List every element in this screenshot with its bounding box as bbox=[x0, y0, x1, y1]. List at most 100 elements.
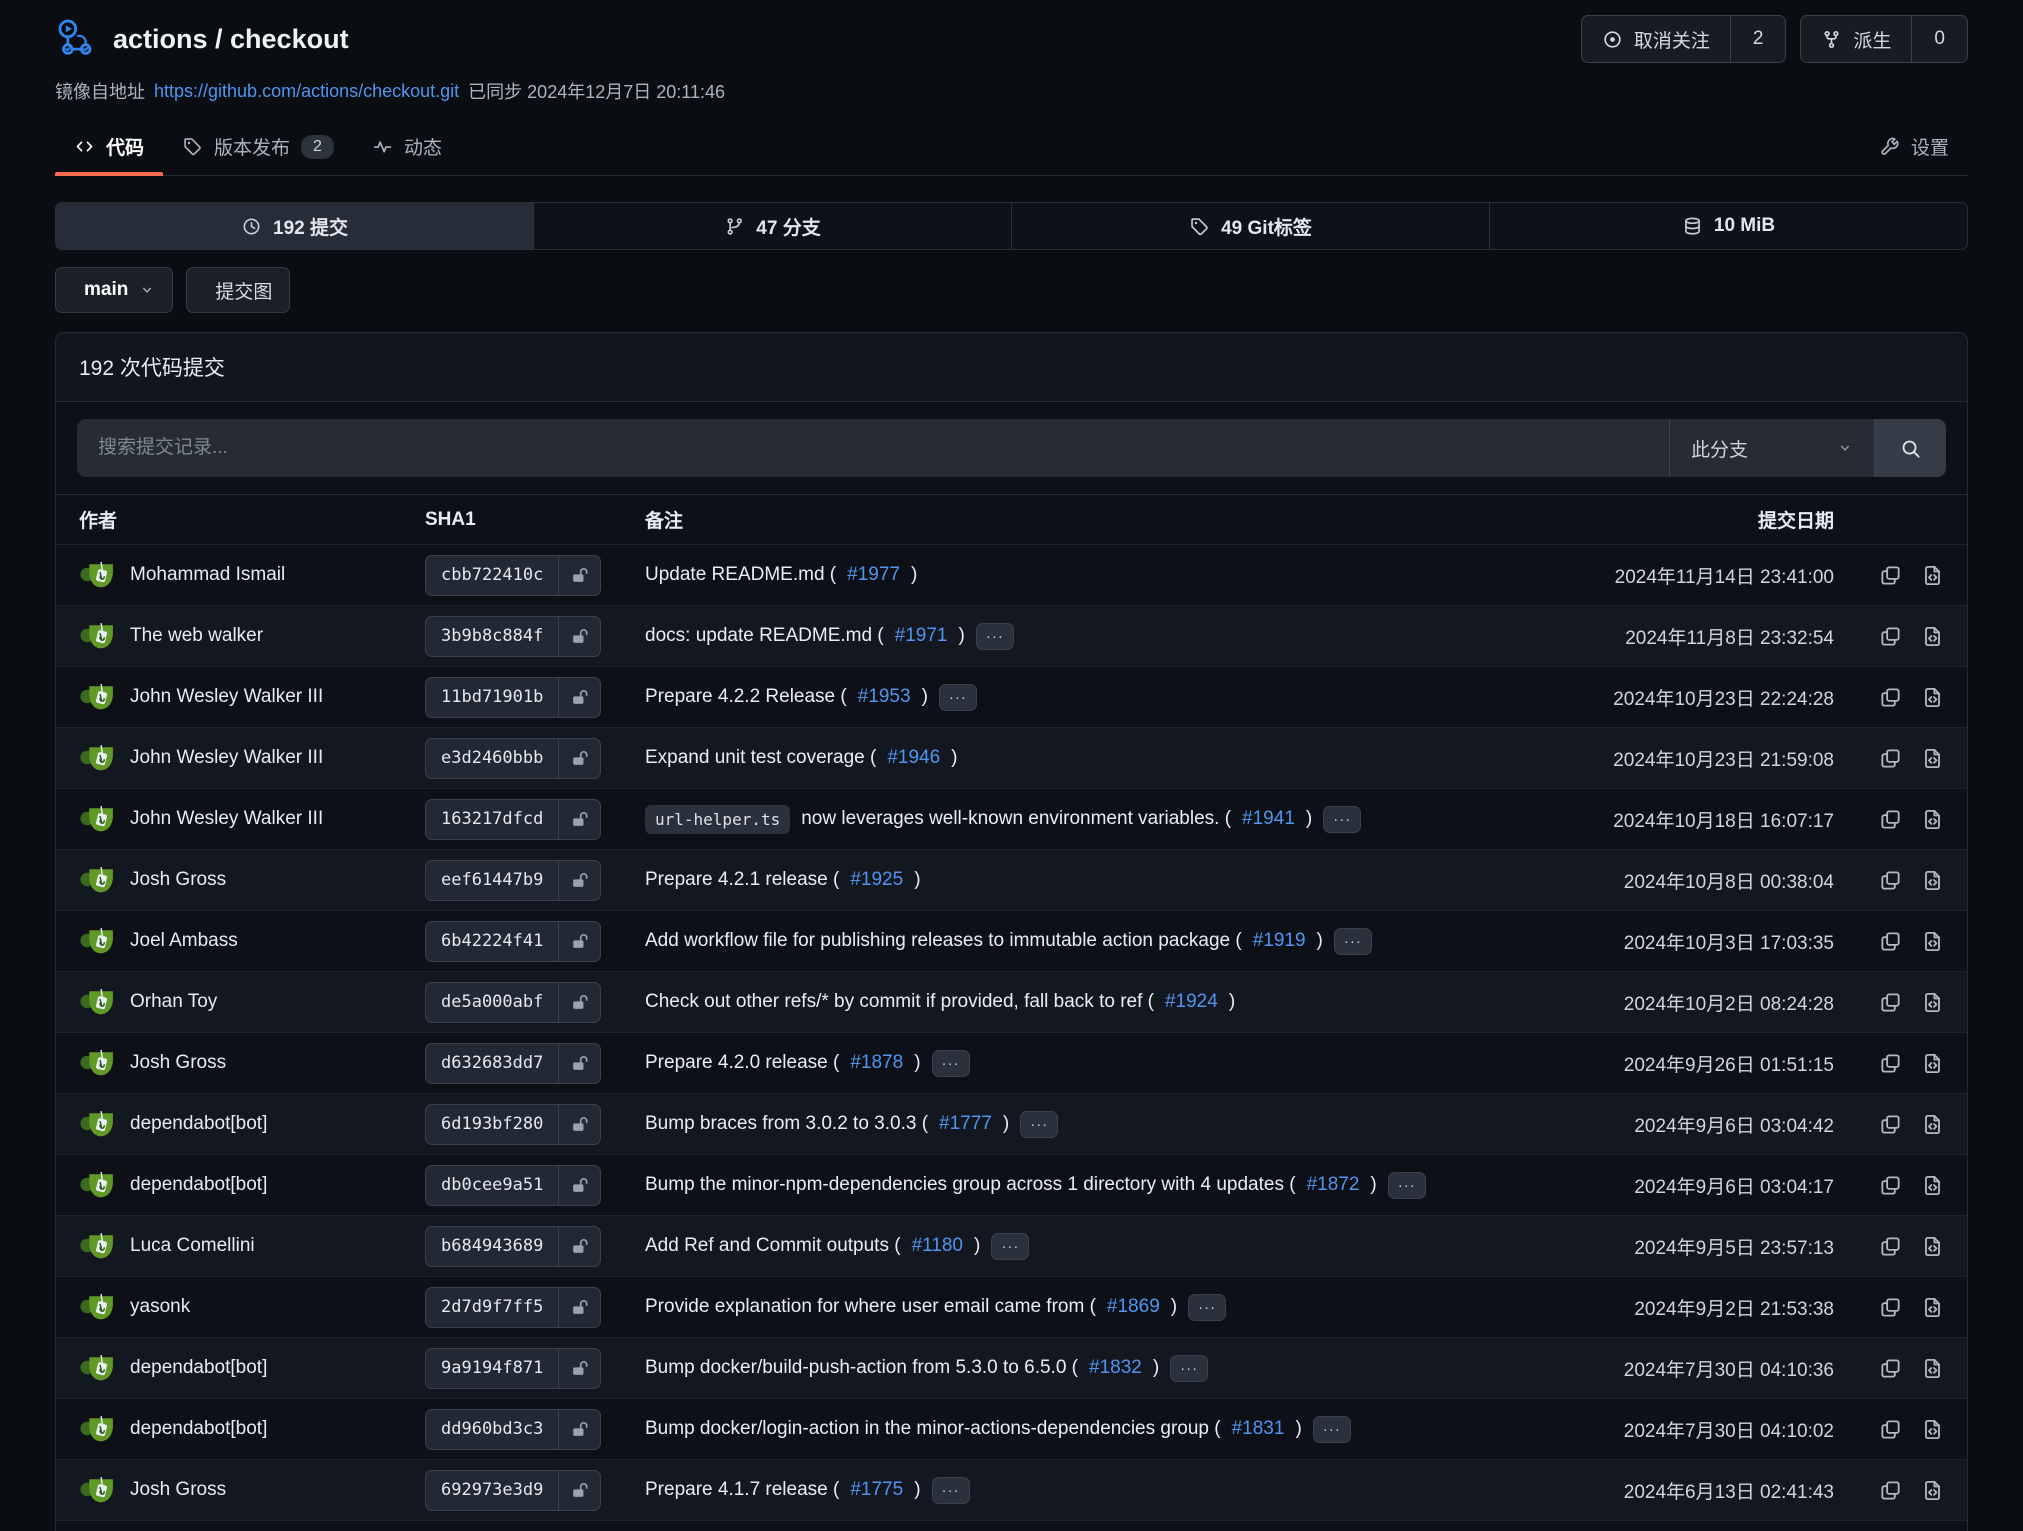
watch-count[interactable]: 2 bbox=[1730, 16, 1786, 62]
browse-source-button[interactable] bbox=[1921, 1357, 1944, 1380]
browse-source-button[interactable] bbox=[1921, 1235, 1944, 1258]
browse-source-button[interactable] bbox=[1921, 564, 1944, 587]
stats-segment[interactable]: 49 Git标签 bbox=[1011, 203, 1489, 249]
sha-badge[interactable]: b684943689 bbox=[425, 1226, 601, 1267]
expand-commit-message-button[interactable]: ··· bbox=[1170, 1355, 1208, 1382]
sha-value: 9a9194f871 bbox=[426, 1349, 558, 1388]
expand-commit-message-button[interactable]: ··· bbox=[1323, 806, 1361, 833]
expand-commit-message-button[interactable]: ··· bbox=[932, 1050, 970, 1077]
expand-commit-message-button[interactable]: ··· bbox=[1188, 1294, 1226, 1321]
stats-segment[interactable]: 192 提交 bbox=[56, 203, 533, 249]
sha-badge[interactable]: 3b9b8c884f bbox=[425, 616, 601, 657]
browse-source-button[interactable] bbox=[1921, 686, 1944, 709]
copy-sha-button[interactable] bbox=[1879, 1113, 1902, 1136]
fork-button[interactable]: 派生 0 bbox=[1800, 15, 1968, 63]
copy-sha-button[interactable] bbox=[1879, 991, 1902, 1014]
expand-commit-message-button[interactable]: ··· bbox=[991, 1233, 1029, 1260]
pr-link[interactable]: #1919 bbox=[1253, 930, 1306, 952]
copy-sha-button[interactable] bbox=[1879, 930, 1902, 953]
sha-badge[interactable]: db0cee9a51 bbox=[425, 1165, 601, 1206]
branch-selector[interactable]: main bbox=[55, 267, 173, 313]
commit-author-cell: Josh Gross bbox=[79, 862, 425, 899]
expand-commit-message-button[interactable]: ··· bbox=[1020, 1111, 1058, 1138]
browse-source-button[interactable] bbox=[1921, 1296, 1944, 1319]
copy-sha-button[interactable] bbox=[1879, 869, 1902, 892]
pulse-icon bbox=[372, 136, 393, 157]
copy-sha-button[interactable] bbox=[1879, 1174, 1902, 1197]
browse-source-button[interactable] bbox=[1921, 930, 1944, 953]
sha-badge[interactable]: 9a9194f871 bbox=[425, 1348, 601, 1389]
copy-sha-button[interactable] bbox=[1879, 1296, 1902, 1319]
browse-source-button[interactable] bbox=[1921, 1479, 1944, 1502]
pr-link[interactable]: #1971 bbox=[895, 625, 948, 647]
browse-source-button[interactable] bbox=[1921, 747, 1944, 770]
copy-sha-button[interactable] bbox=[1879, 1418, 1902, 1441]
expand-commit-message-button[interactable]: ··· bbox=[932, 1477, 970, 1504]
sha-badge[interactable]: 163217dfcd bbox=[425, 799, 601, 840]
copy-sha-button[interactable] bbox=[1879, 564, 1902, 587]
copy-sha-button[interactable] bbox=[1879, 747, 1902, 770]
sha-badge[interactable]: 692973e3d9 bbox=[425, 1470, 601, 1511]
unwatch-button[interactable]: 取消关注 2 bbox=[1581, 15, 1787, 63]
sha-badge[interactable]: d632683dd7 bbox=[425, 1043, 601, 1084]
expand-commit-message-button[interactable]: ··· bbox=[1313, 1416, 1351, 1443]
copy-sha-button[interactable] bbox=[1879, 808, 1902, 831]
pr-link[interactable]: #1777 bbox=[939, 1113, 992, 1135]
sha-badge[interactable]: de5a000abf bbox=[425, 982, 601, 1023]
pr-link[interactable]: #1775 bbox=[850, 1479, 903, 1501]
sha-badge[interactable]: 11bd71901b bbox=[425, 677, 601, 718]
pr-link[interactable]: #1941 bbox=[1242, 808, 1295, 830]
pr-link[interactable]: #1878 bbox=[850, 1052, 903, 1074]
sha-badge[interactable]: eef61447b9 bbox=[425, 860, 601, 901]
tab-releases[interactable]: 版本发布 2 bbox=[163, 120, 353, 175]
browse-source-button[interactable] bbox=[1921, 991, 1944, 1014]
expand-commit-message-button[interactable]: ··· bbox=[1388, 1172, 1426, 1199]
copy-sha-button[interactable] bbox=[1879, 1052, 1902, 1075]
mirror-url-link[interactable]: https://github.com/actions/checkout.git bbox=[154, 81, 459, 102]
copy-sha-button[interactable] bbox=[1879, 625, 1902, 648]
commit-message-text: Provide explanation for where user email… bbox=[645, 1296, 1096, 1318]
browse-source-button[interactable] bbox=[1921, 1174, 1944, 1197]
tab-activity[interactable]: 动态 bbox=[353, 120, 461, 175]
commit-date: 2024年9月2日 21:53:38 bbox=[1524, 1294, 1834, 1321]
expand-commit-message-button[interactable]: ··· bbox=[976, 623, 1014, 650]
pr-link[interactable]: #1946 bbox=[887, 747, 940, 769]
copy-sha-button[interactable] bbox=[1879, 1479, 1902, 1502]
pr-link[interactable]: #1180 bbox=[912, 1235, 963, 1257]
copy-sha-button[interactable] bbox=[1879, 686, 1902, 709]
browse-source-button[interactable] bbox=[1921, 1418, 1944, 1441]
sha-badge[interactable]: 6d193bf280 bbox=[425, 1104, 601, 1145]
sha-badge[interactable]: e3d2460bbb bbox=[425, 738, 601, 779]
browse-source-button[interactable] bbox=[1921, 1052, 1944, 1075]
pr-link[interactable]: #1977 bbox=[847, 564, 900, 586]
stats-segment[interactable]: 10 MiB bbox=[1489, 203, 1967, 249]
tab-settings[interactable]: 设置 bbox=[1860, 120, 1968, 175]
sha-badge[interactable]: dd960bd3c3 bbox=[425, 1409, 601, 1450]
browse-source-button[interactable] bbox=[1921, 869, 1944, 892]
browse-source-button[interactable] bbox=[1921, 625, 1944, 648]
pr-link[interactable]: #1953 bbox=[858, 686, 911, 708]
expand-commit-message-button[interactable]: ··· bbox=[1334, 928, 1372, 955]
sha-badge[interactable]: cbb722410c bbox=[425, 555, 601, 596]
stats-segment[interactable]: 47 分支 bbox=[533, 203, 1011, 249]
fork-count[interactable]: 0 bbox=[1911, 16, 1967, 62]
tab-code[interactable]: 代码 bbox=[55, 120, 163, 175]
copy-sha-button[interactable] bbox=[1879, 1357, 1902, 1380]
pr-link[interactable]: #1831 bbox=[1232, 1418, 1285, 1440]
unlock-icon bbox=[558, 922, 600, 961]
browse-source-button[interactable] bbox=[1921, 1113, 1944, 1136]
pr-link[interactable]: #1925 bbox=[850, 869, 903, 891]
pr-link[interactable]: #1924 bbox=[1165, 991, 1218, 1013]
sha-badge[interactable]: 2d7d9f7ff5 bbox=[425, 1287, 601, 1328]
commit-search-button[interactable] bbox=[1874, 419, 1946, 477]
copy-sha-button[interactable] bbox=[1879, 1235, 1902, 1258]
browse-source-button[interactable] bbox=[1921, 808, 1944, 831]
branch-scope-dropdown[interactable]: 此分支 bbox=[1669, 419, 1874, 477]
pr-link[interactable]: #1872 bbox=[1307, 1174, 1360, 1196]
sha-badge[interactable]: 6b42224f41 bbox=[425, 921, 601, 962]
pr-link[interactable]: #1869 bbox=[1107, 1296, 1160, 1318]
pr-link[interactable]: #1832 bbox=[1089, 1357, 1142, 1379]
expand-commit-message-button[interactable]: ··· bbox=[939, 684, 977, 711]
commit-search-input[interactable] bbox=[77, 419, 1669, 477]
commit-graph-button[interactable]: 提交图 bbox=[186, 267, 290, 313]
